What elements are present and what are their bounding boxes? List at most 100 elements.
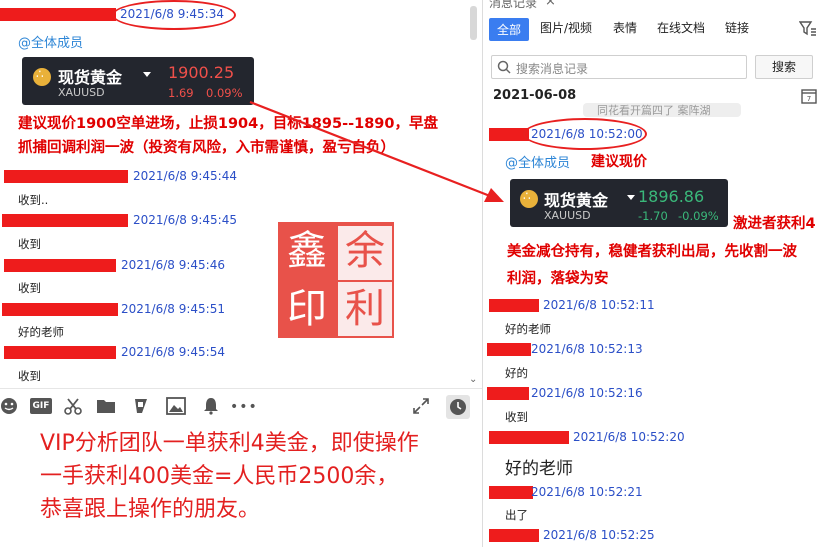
more-icon[interactable]: ••• bbox=[230, 397, 257, 417]
gold-coin-icon bbox=[33, 67, 51, 86]
filter-tabs: 全部 图片/视频 表情 在线文档 链接 bbox=[483, 16, 830, 42]
history-icon[interactable] bbox=[446, 395, 470, 419]
gold-name: 现货黄金 bbox=[544, 191, 609, 210]
gold-percent: 0.09% bbox=[206, 86, 243, 100]
search-input[interactable]: 搜索消息记录 bbox=[491, 55, 747, 79]
filter-icon[interactable] bbox=[798, 20, 817, 39]
message-time: 2021/6/8 10:52:13 bbox=[531, 342, 643, 356]
gold-quote-card[interactable]: 现货黄金 XAUUSD 1896.86 -1.70 -0.09% bbox=[510, 179, 728, 227]
emoji-icon[interactable] bbox=[0, 397, 18, 420]
message-text: 出了 bbox=[505, 508, 528, 522]
bubble-text: 同花看开篇四了 案阵湖 bbox=[597, 104, 711, 117]
tab-links[interactable]: 链接 bbox=[725, 19, 749, 36]
seal-char: 利 bbox=[345, 286, 385, 332]
highlight-circle bbox=[112, 0, 236, 30]
bell-icon[interactable] bbox=[202, 397, 220, 420]
search-button[interactable]: 搜索 bbox=[755, 55, 813, 79]
seal-char: 鑫 bbox=[287, 228, 327, 274]
tab-all[interactable]: 全部 bbox=[489, 18, 530, 41]
seal-char: 印 bbox=[287, 286, 327, 332]
message-text: 好的老师 bbox=[18, 325, 64, 339]
redacted-sender bbox=[489, 299, 539, 312]
message-time: 2021/6/8 10:52:25 bbox=[543, 528, 655, 542]
advice-line-2: 抓捕回调利润一波（投资有风险，入市需谨慎，盈亏自负） bbox=[18, 140, 395, 156]
advice-text: 建议现价1900空单进场，止损1904，目标1895--1890，早盘 抓捕回调… bbox=[18, 112, 438, 160]
redacted-sender bbox=[489, 431, 569, 444]
redacted-sender bbox=[487, 387, 529, 400]
seal-char: 余 bbox=[345, 228, 385, 274]
expand-icon[interactable] bbox=[412, 397, 430, 420]
gold-quote-card[interactable]: 现货黄金 XAUUSD 1900.25 1.69 0.09% bbox=[22, 57, 254, 105]
mention-all[interactable]: @全体成员 bbox=[505, 152, 570, 171]
scroll-down-icon[interactable]: ⌄ bbox=[469, 374, 477, 385]
caret-down-icon bbox=[627, 195, 635, 200]
note-line-1: 激进者获利4 bbox=[733, 216, 816, 232]
message-text: 收到.. bbox=[18, 193, 49, 207]
input-toolbar: GIF ••• bbox=[0, 388, 482, 428]
shake-icon[interactable] bbox=[132, 397, 150, 420]
note-line-3: 利润，落袋为安 bbox=[507, 271, 609, 287]
message-time: 2021/6/8 9:45:51 bbox=[121, 302, 225, 316]
tab-media[interactable]: 图片/视频 bbox=[540, 19, 592, 36]
gold-code: XAUUSD bbox=[544, 209, 591, 222]
folder-icon[interactable] bbox=[96, 397, 116, 420]
message-time: 2021/6/8 9:45:44 bbox=[133, 169, 237, 183]
gold-price: 1896.86 bbox=[638, 187, 705, 206]
message-text: 好的老师 bbox=[505, 459, 573, 479]
message-time: 2021/6/8 10:52:21 bbox=[531, 485, 643, 499]
caption-line-2: 一手获利400美金=人民币2500余， bbox=[40, 464, 399, 489]
gold-code: XAUUSD bbox=[58, 86, 105, 99]
tab-emoji[interactable]: 表情 bbox=[613, 19, 637, 36]
message-text: 收到 bbox=[18, 369, 41, 383]
redacted-sender bbox=[2, 214, 128, 227]
gold-change: -1.70 bbox=[638, 209, 668, 223]
search-icon bbox=[497, 60, 511, 74]
gold-coin-icon bbox=[520, 189, 538, 208]
caption-line-3: 恭喜跟上操作的朋友。 bbox=[40, 497, 261, 522]
message-text: 收到 bbox=[18, 237, 41, 251]
redacted-sender bbox=[4, 170, 128, 183]
gold-change: 1.69 bbox=[168, 86, 194, 100]
gif-icon[interactable]: GIF bbox=[30, 397, 52, 414]
redacted-sender bbox=[4, 346, 116, 359]
message-text: 好的 bbox=[505, 366, 528, 380]
advice-line-1: 建议现价1900空单进场，止损1904，目标1895--1890，早盘 bbox=[18, 116, 438, 132]
gold-percent: -0.09% bbox=[678, 209, 719, 223]
tab-docs[interactable]: 在线文档 bbox=[657, 19, 705, 36]
scrollbar-thumb[interactable] bbox=[470, 6, 477, 40]
window-title: 消息记录 bbox=[489, 0, 538, 10]
date-header: 2021-06-08 bbox=[493, 88, 577, 103]
seal-stamp: 鑫 余 印 利 bbox=[278, 222, 394, 338]
message-time: 2021/6/8 10:52:16 bbox=[531, 386, 643, 400]
redacted-sender bbox=[487, 343, 531, 356]
message-time: 2021/6/8 9:45:54 bbox=[121, 345, 225, 359]
close-icon[interactable]: × bbox=[545, 0, 556, 9]
message-time: 2021/6/8 10:52:11 bbox=[543, 298, 655, 312]
chat-pane: 2021/6/8 9:45:34 @全体成员 现货黄金 XAUUSD 1900.… bbox=[0, 0, 482, 547]
search-placeholder: 搜索消息记录 bbox=[516, 62, 589, 76]
gif-label: GIF bbox=[30, 398, 52, 414]
note-line-2: 美金减仓持有，稳健者获利出局，先收割一波 bbox=[507, 244, 797, 260]
redacted-sender bbox=[2, 303, 118, 316]
message-history-window: 消息记录 × 全部 图片/视频 表情 在线文档 链接 搜索消息记录 搜索 202… bbox=[482, 0, 830, 547]
gold-name: 现货黄金 bbox=[58, 68, 123, 87]
redacted-sender bbox=[489, 529, 539, 542]
image-icon[interactable] bbox=[166, 397, 186, 420]
message-time: 2021/6/8 9:45:45 bbox=[133, 213, 237, 227]
message-text: 收到 bbox=[18, 281, 41, 295]
caption-line-1: VIP分析团队一单获利4美金，即使操作 bbox=[40, 431, 419, 456]
svg-text:7: 7 bbox=[807, 95, 811, 103]
scissors-icon[interactable] bbox=[64, 397, 82, 420]
calendar-icon[interactable]: 7 bbox=[801, 88, 817, 107]
mention-text: 建议现价 bbox=[591, 154, 647, 170]
message-time: 2021/6/8 9:45:46 bbox=[121, 258, 225, 272]
gold-price: 1900.25 bbox=[168, 63, 235, 82]
message-time: 2021/6/8 10:52:20 bbox=[573, 430, 685, 444]
message-text: 好的老师 bbox=[505, 322, 551, 336]
mention-all[interactable]: @全体成员 bbox=[18, 32, 83, 51]
message-text: 收到 bbox=[505, 410, 528, 424]
redacted-sender bbox=[4, 259, 116, 272]
redacted-sender bbox=[489, 486, 533, 499]
caret-down-icon bbox=[143, 72, 151, 77]
highlight-circle bbox=[523, 118, 647, 150]
